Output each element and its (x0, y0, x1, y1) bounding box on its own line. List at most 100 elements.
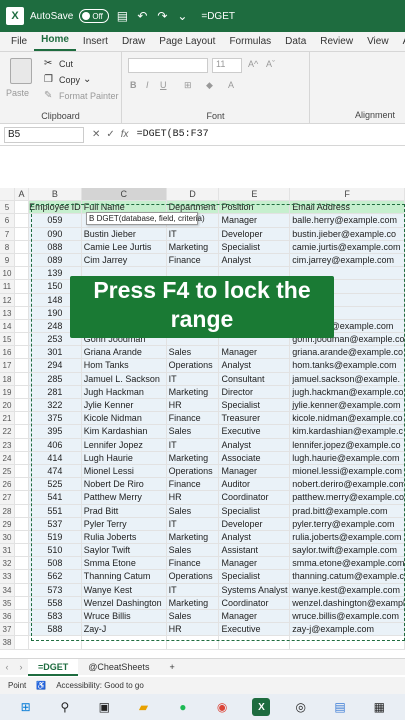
cell[interactable]: Kim Kardashian (81, 425, 167, 438)
cell[interactable] (15, 636, 29, 649)
cell[interactable]: Manager (219, 557, 291, 570)
cell[interactable] (15, 359, 29, 372)
cell[interactable] (15, 517, 29, 530)
row-header[interactable]: 33 (0, 570, 15, 583)
cell[interactable]: HR (166, 623, 220, 636)
cell[interactable]: 090 (28, 227, 82, 240)
row-header[interactable]: 9 (0, 253, 15, 267)
row-header[interactable]: 29 (0, 517, 15, 530)
cell[interactable]: Jylie Kenner (81, 399, 167, 412)
cell[interactable] (15, 570, 29, 583)
spreadsheet-grid[interactable]: A B C D E F 5 Employee ID Full Name Depa… (0, 188, 405, 650)
row-header[interactable]: 37 (0, 623, 15, 636)
cell[interactable]: prad.bitt@example.com (290, 504, 405, 517)
column-header-e[interactable]: E (219, 188, 291, 201)
cell[interactable]: Associate (219, 451, 291, 464)
cell[interactable]: Sales (166, 346, 220, 359)
paste-icon[interactable] (10, 58, 32, 84)
cell[interactable]: Developer (219, 517, 291, 530)
cell[interactable] (15, 201, 29, 214)
cell[interactable]: Finance (166, 478, 220, 491)
cell[interactable]: balle.herry@example.com (290, 214, 405, 227)
cell[interactable]: Manager (219, 464, 291, 478)
cell[interactable]: 089 (28, 253, 82, 267)
cell[interactable]: Cim Jarrey (81, 253, 167, 267)
search-icon[interactable]: ⚲ (56, 698, 74, 716)
cell[interactable]: Systems Analyst (219, 583, 291, 596)
tab-review[interactable]: Review (313, 36, 360, 51)
cell[interactable]: cim.jarrey@example.com (290, 253, 405, 267)
cell[interactable]: Analyst (219, 438, 291, 451)
font-color-icon[interactable]: A (228, 80, 234, 90)
cell[interactable] (15, 293, 29, 306)
row-header[interactable]: 13 (0, 306, 15, 319)
cell[interactable]: jamuel.sackson@example. (290, 372, 405, 385)
row-header[interactable]: 12 (0, 293, 15, 306)
cell[interactable]: HR (166, 491, 220, 504)
cell[interactable] (167, 636, 220, 649)
cell[interactable]: Specialist (219, 399, 291, 412)
cell[interactable]: 519 (28, 530, 82, 544)
cell[interactable] (15, 214, 29, 227)
cell[interactable]: Coordinator (219, 596, 291, 609)
cell[interactable]: 059 (28, 214, 82, 227)
chrome-icon[interactable]: ◉ (213, 698, 231, 716)
row-header[interactable]: 28 (0, 504, 15, 517)
row-header[interactable]: 6 (0, 214, 15, 227)
cell[interactable] (15, 583, 29, 596)
customize-icon[interactable]: ⌄ (175, 9, 189, 23)
cell[interactable]: mionel.lessi@example.com (290, 464, 405, 478)
cell[interactable]: 088 (28, 240, 82, 253)
cell[interactable] (15, 240, 29, 253)
cell[interactable]: 301 (28, 346, 82, 359)
row-header[interactable]: 18 (0, 372, 15, 385)
column-header-c[interactable]: C (81, 188, 167, 201)
cell[interactable]: 294 (28, 359, 82, 372)
calculator-icon[interactable]: ▦ (370, 698, 388, 716)
excel-icon[interactable]: X (252, 698, 271, 716)
cell[interactable]: jylie.kenner@example.com (290, 399, 405, 412)
cell[interactable]: Saylor Twift (81, 544, 167, 557)
cell[interactable]: 537 (28, 517, 82, 530)
row-header[interactable]: 8 (0, 240, 15, 253)
select-all-corner[interactable] (0, 188, 15, 201)
cell[interactable]: Analyst (219, 359, 291, 372)
cell[interactable]: 583 (28, 610, 82, 623)
cell[interactable]: Marketing (166, 240, 220, 253)
tab-insert[interactable]: Insert (76, 36, 115, 51)
cell[interactable]: Manager (219, 610, 291, 623)
cell[interactable] (15, 530, 29, 544)
task-view-icon[interactable]: ▣ (95, 698, 113, 716)
cell[interactable]: 551 (28, 504, 82, 517)
cell[interactable] (15, 372, 29, 385)
row-header[interactable]: 26 (0, 478, 15, 491)
cell[interactable] (15, 557, 29, 570)
cell[interactable]: Smma Etone (81, 557, 167, 570)
spotify-icon[interactable]: ● (174, 698, 192, 716)
cell[interactable]: 558 (28, 596, 82, 609)
cell[interactable]: 281 (28, 385, 82, 398)
cell[interactable]: 541 (28, 491, 82, 504)
column-header-a[interactable]: A (14, 188, 29, 201)
header-cell[interactable]: Employee ID (28, 201, 82, 214)
cell[interactable]: Pyler Terry (81, 517, 167, 530)
cell[interactable] (15, 464, 29, 478)
cell[interactable]: smma.etone@example.com (290, 557, 405, 570)
font-size-select[interactable]: 11 (212, 58, 242, 73)
cell[interactable] (15, 451, 29, 464)
cell[interactable]: IT (166, 517, 220, 530)
cell[interactable] (15, 346, 29, 359)
cell[interactable]: Manager (219, 214, 291, 227)
cell[interactable]: Lennifer Jopez (81, 438, 167, 451)
cell[interactable]: Jamuel L. Sackson (81, 372, 167, 385)
cell[interactable]: Mionel Lessi (81, 464, 167, 478)
file-explorer-icon[interactable]: ▰ (135, 698, 153, 716)
cell[interactable] (15, 385, 29, 398)
cell[interactable]: wenzel.dashington@exampl (290, 596, 405, 609)
copy-button[interactable]: ❐ Copy ⌄ (44, 74, 95, 85)
cell[interactable]: Manager (219, 346, 291, 359)
cell[interactable]: Hom Tanks (81, 359, 167, 372)
cell[interactable]: Marketing (166, 530, 220, 544)
paste-button[interactable]: Paste (6, 88, 29, 98)
cell[interactable]: Executive (219, 425, 291, 438)
